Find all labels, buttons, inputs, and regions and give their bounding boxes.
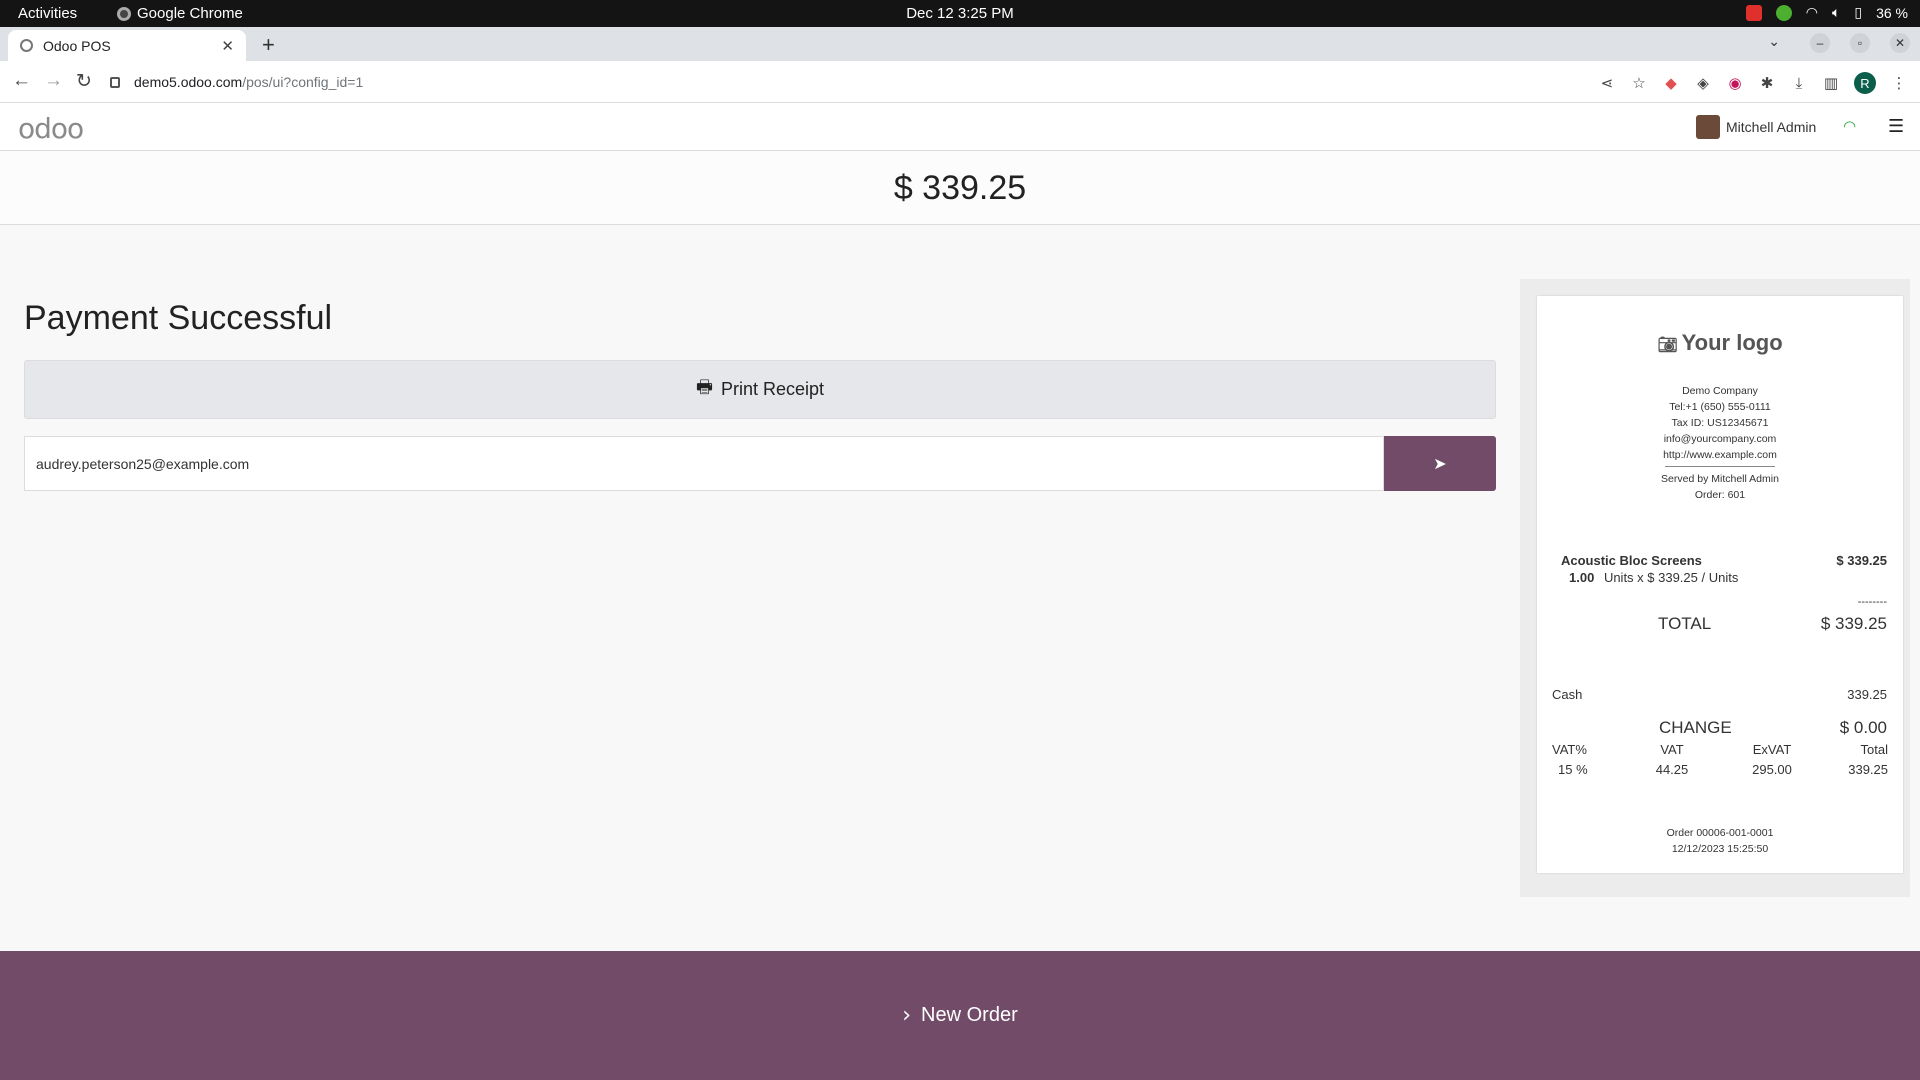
tax-header: Total (1860, 742, 1888, 757)
tab-search-icon[interactable]: ⌄ (1768, 33, 1780, 50)
update-icon[interactable] (1775, 4, 1792, 21)
order-number: Order: 601 (1694, 489, 1746, 501)
order-datetime: 12/12/2023 15:25:50 (1671, 843, 1769, 855)
tab-title: Odoo POS (43, 37, 111, 54)
email-receipt-form: ➤ (24, 436, 1496, 491)
url-host: demo5.odoo.com (134, 74, 243, 90)
company-website: http://www.example.com (1663, 449, 1777, 461)
company-email: info@yourcompany.com (1663, 433, 1777, 445)
side-panel-icon[interactable]: ▥ (1822, 74, 1840, 92)
receipt-logo: 📷︎ Your logo (1537, 330, 1903, 356)
forward-icon[interactable]: → (44, 70, 63, 92)
user-menu[interactable]: Mitchell Admin (1696, 115, 1816, 139)
amount-bar: $ 339.25 (0, 151, 1920, 225)
camera-icon: 📷︎ (1657, 337, 1678, 354)
tax-cell: 295.00 (1752, 762, 1792, 777)
line-qty: 1.00 (1569, 570, 1595, 585)
system-tray[interactable]: ◠ 🔈︎ ▯ 36 % (1745, 4, 1908, 21)
payment-method: Cash (1552, 687, 1583, 702)
divider (1665, 466, 1775, 467)
subtotal-separator: -------- (1857, 596, 1887, 608)
chrome-icon (117, 6, 131, 21)
product-name: Acoustic Bloc Screens (1561, 553, 1702, 568)
receipt-footer: Order 00006-001-0001 12/12/2023 15:25:50 (1537, 825, 1903, 857)
download-icon[interactable]: ⤓ (1790, 74, 1808, 92)
total-label: TOTAL (1658, 614, 1712, 633)
url-field[interactable]: demo5.odoo.com /pos/ui?config_id=1 (110, 67, 1630, 97)
screen-share-icon[interactable] (1745, 4, 1762, 21)
activities-button[interactable]: Activities (18, 5, 77, 22)
tax-cell: 15 % (1558, 762, 1588, 777)
restore-icon[interactable]: ▫ (1850, 33, 1870, 53)
extension-icon[interactable]: ◈ (1694, 74, 1712, 92)
tax-cell: 44.25 (1655, 762, 1689, 777)
order-reference: Order 00006-001-0001 (1666, 827, 1774, 839)
company-tax-id: Tax ID: US12345671 (1671, 417, 1769, 429)
system-top-bar: Activities Google Chrome Dec 12 3:25 PM … (0, 0, 1920, 27)
lock-icon[interactable] (110, 76, 120, 88)
chevron-right-icon: › (902, 1003, 912, 1028)
paper-plane-icon: ➤ (1433, 455, 1447, 473)
company-name: Demo Company (1682, 385, 1758, 397)
line-price: $ 339.25 (1836, 553, 1887, 568)
company-phone: Tel:+1 (650) 555-0111 (1669, 401, 1771, 413)
order-line-detail: 1.00 Units x $ 339.25 / Units (1569, 570, 1895, 585)
line-unit-detail: Units x $ 339.25 / Units (1603, 570, 1739, 585)
address-bar: ← → ↻ demo5.odoo.com /pos/ui?config_id=1… (0, 61, 1920, 103)
print-receipt-label: Print Receipt (720, 379, 825, 399)
app-menu-label: Google Chrome (137, 5, 243, 22)
extension-icon[interactable]: ◆ (1662, 74, 1680, 92)
minimize-icon[interactable]: – (1810, 33, 1830, 53)
close-tab-icon[interactable]: ✕ (221, 37, 234, 55)
total-value: $ 339.25 (1820, 614, 1887, 633)
served-by: Served by Mitchell Admin (1661, 473, 1779, 485)
payment-amount: 339.25 (1847, 687, 1887, 702)
tax-table: VAT% VAT ExVAT Total 15 % 44.25 295.00 3… (1552, 742, 1888, 777)
total-amount: $ 339.25 (893, 169, 1027, 207)
url-path: /pos/ui?config_id=1 (242, 74, 364, 90)
logo-placeholder-text: Your logo (1681, 330, 1783, 355)
new-order-button[interactable]: › New Order (0, 951, 1920, 1080)
print-receipt-button[interactable]: 🖶︎ Print Receipt (24, 360, 1496, 419)
change-label: CHANGE (1659, 718, 1732, 737)
change-value: $ 0.00 (1839, 718, 1887, 737)
share-icon[interactable]: ⋖ (1598, 74, 1616, 92)
app-menu[interactable]: Google Chrome (117, 5, 243, 22)
receipt: 📷︎ Your logo Demo Company Tel:+1 (650) 55… (1537, 296, 1903, 873)
volume-icon: 🔈︎ (1831, 4, 1841, 20)
tax-cell: 339.25 (1848, 762, 1888, 777)
back-icon[interactable]: ← (12, 70, 31, 92)
odoo-logo: odoo (18, 112, 84, 145)
battery-percent: 36 % (1876, 4, 1908, 21)
tax-header: ExVAT (1752, 742, 1792, 757)
tax-header: VAT (1660, 742, 1684, 757)
wifi-status-icon: ◠ (1805, 4, 1818, 20)
kebab-menu-icon[interactable]: ⋮ (1890, 74, 1908, 92)
browser-tab[interactable]: Odoo POS ✕ (8, 30, 246, 61)
extension-icon[interactable]: ◉ (1726, 74, 1744, 92)
extensions-puzzle-icon[interactable]: ✱ (1758, 74, 1776, 92)
page-title: Payment Successful (24, 299, 333, 337)
pos-header: odoo Mitchell Admin ◠ ☰ (0, 103, 1920, 151)
clock[interactable]: Dec 12 3:25 PM (906, 5, 1014, 22)
user-name: Mitchell Admin (1726, 119, 1817, 135)
send-email-button[interactable]: ➤ (1384, 436, 1496, 491)
tab-strip: Odoo POS ✕ + ⌄ – ▫ ✕ (0, 27, 1920, 61)
connection-status-icon[interactable]: ◠ (1843, 117, 1856, 135)
profile-avatar[interactable]: R (1854, 72, 1876, 94)
bookmark-star-icon[interactable]: ☆ (1630, 74, 1648, 92)
new-order-label: New Order (921, 1004, 1018, 1026)
email-field[interactable] (24, 436, 1384, 491)
printer-icon: 🖶︎ (695, 376, 713, 397)
avatar (1696, 115, 1720, 139)
battery-icon: ▯ (1854, 4, 1863, 20)
hamburger-menu-icon[interactable]: ☰ (1888, 116, 1904, 137)
tax-header: VAT% (1552, 742, 1587, 757)
company-info: Demo Company Tel:+1 (650) 555-0111 Tax I… (1537, 383, 1903, 503)
reload-icon[interactable]: ↻ (76, 70, 92, 93)
favicon-icon (20, 39, 33, 52)
new-tab-button[interactable]: + (262, 32, 275, 58)
close-window-icon[interactable]: ✕ (1890, 33, 1910, 53)
receipt-panel: 📷︎ Your logo Demo Company Tel:+1 (650) 55… (1520, 279, 1910, 897)
